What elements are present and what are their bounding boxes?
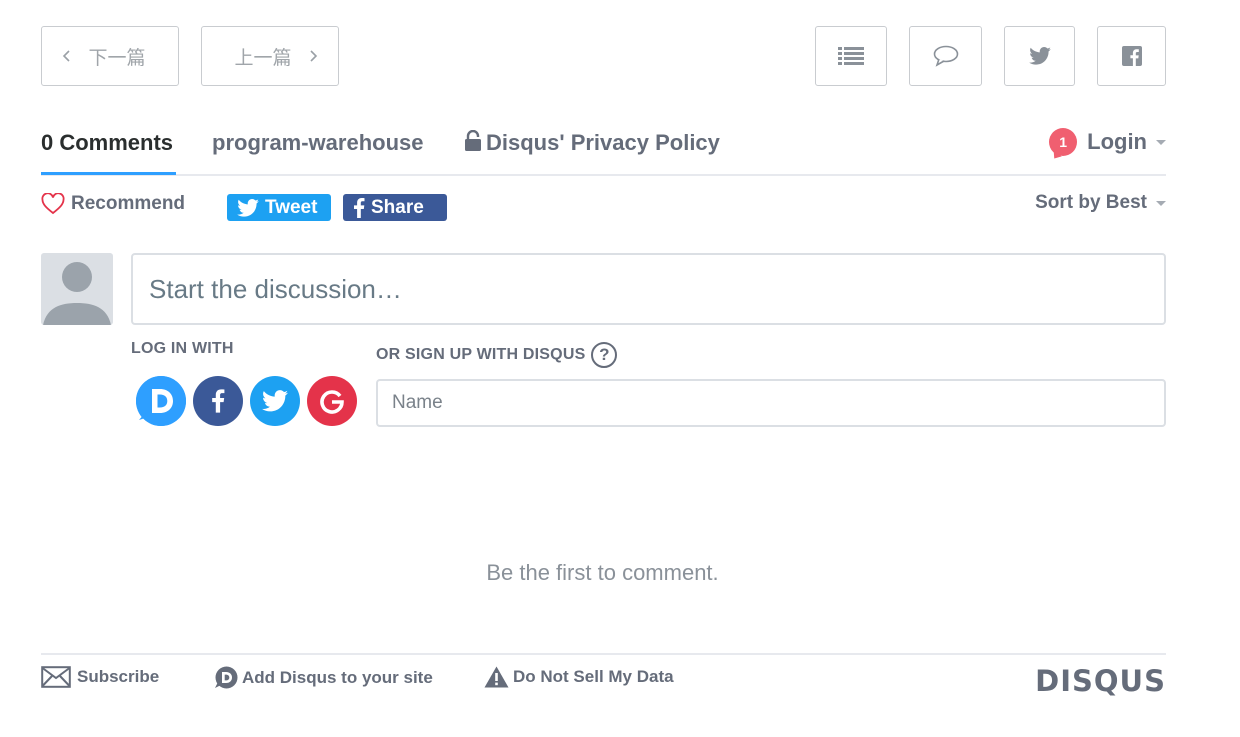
login-with-label: LOG IN WITH [131, 340, 234, 357]
help-icon[interactable]: ? [591, 342, 618, 368]
tweet-button[interactable]: Tweet [227, 194, 331, 221]
facebook-icon [1121, 46, 1142, 66]
recommend-button[interactable]: Recommend [41, 193, 185, 215]
twitter-icon [1028, 47, 1051, 65]
envelope-icon [41, 666, 71, 688]
disqus-icon [215, 666, 238, 689]
tab-community[interactable]: program-warehouse [212, 130, 424, 156]
tweet-label: Tweet [265, 196, 318, 218]
signup-with-label: OR SIGN UP WITH DISQUS? [376, 342, 618, 368]
share-twitter-button[interactable] [1004, 26, 1075, 86]
subscribe-label: Subscribe [77, 667, 160, 686]
privacy-policy-label: Disqus' Privacy Policy [486, 130, 720, 155]
do-not-sell-label: Do Not Sell My Data [513, 667, 674, 686]
login-google-button[interactable] [307, 376, 357, 426]
facebook-f-icon [212, 389, 225, 413]
footer-divider [41, 653, 1166, 655]
add-disqus-label: Add Disqus to your site [242, 668, 433, 687]
login-disqus-button[interactable] [136, 376, 186, 426]
avatar [41, 253, 113, 325]
name-field[interactable]: Name [376, 379, 1166, 427]
active-tab-indicator [41, 172, 176, 175]
share-facebook-button[interactable] [1097, 26, 1166, 86]
share-label: Share [371, 196, 424, 218]
name-placeholder: Name [392, 392, 443, 413]
signup-with-text: OR SIGN UP WITH DISQUS [376, 346, 586, 364]
lock-icon [465, 130, 481, 151]
login-menu[interactable]: 1 Login [1049, 128, 1166, 156]
do-not-sell-link[interactable]: Do Not Sell My Data [484, 666, 674, 688]
comments-button[interactable] [909, 26, 982, 86]
notification-badge: 1 [1049, 128, 1078, 156]
login-label: Login [1087, 129, 1147, 154]
sort-menu[interactable]: Sort by Best [1035, 192, 1166, 214]
facebook-share-button[interactable]: Share [343, 194, 447, 221]
login-facebook-button[interactable] [193, 376, 243, 426]
toc-button[interactable] [815, 26, 887, 86]
add-disqus-link[interactable]: Add Disqus to your site [214, 666, 433, 690]
tab-comments[interactable]: 0 Comments [41, 130, 173, 156]
next-post-button[interactable]: 下一篇 [41, 26, 179, 86]
comment-placeholder: Start the discussion… [149, 273, 402, 304]
next-post-label: 下一篇 [88, 46, 146, 69]
caret-down-icon [1156, 139, 1166, 145]
caret-down-icon [1156, 200, 1166, 206]
facebook-f-icon [354, 197, 365, 218]
google-icon [320, 390, 344, 414]
empty-state-text: Be the first to comment. [486, 560, 719, 585]
comment-tabs: 0 Comments program-warehouse Disqus' Pri… [41, 126, 1166, 176]
twitter-icon [262, 390, 288, 412]
disqus-icon [136, 376, 186, 426]
user-silhouette-icon [43, 262, 111, 325]
tab-privacy-policy[interactable]: Disqus' Privacy Policy [464, 130, 720, 156]
chevron-right-icon [309, 50, 317, 62]
previous-post-button[interactable]: 上一篇 [201, 26, 339, 86]
list-icon [838, 47, 864, 65]
disqus-logo[interactable]: DISQUS [1035, 664, 1166, 698]
sort-label: Sort by Best [1035, 192, 1147, 213]
warning-icon [484, 666, 509, 688]
login-twitter-button[interactable] [250, 376, 300, 426]
heart-icon [41, 193, 65, 215]
comment-textarea[interactable]: Start the discussion… [131, 253, 1166, 325]
comment-icon [933, 45, 958, 67]
twitter-icon [237, 198, 259, 217]
recommend-label: Recommend [71, 193, 186, 214]
chevron-left-icon [63, 50, 71, 62]
subscribe-link[interactable]: Subscribe [41, 666, 159, 688]
previous-post-label: 上一篇 [234, 46, 292, 69]
